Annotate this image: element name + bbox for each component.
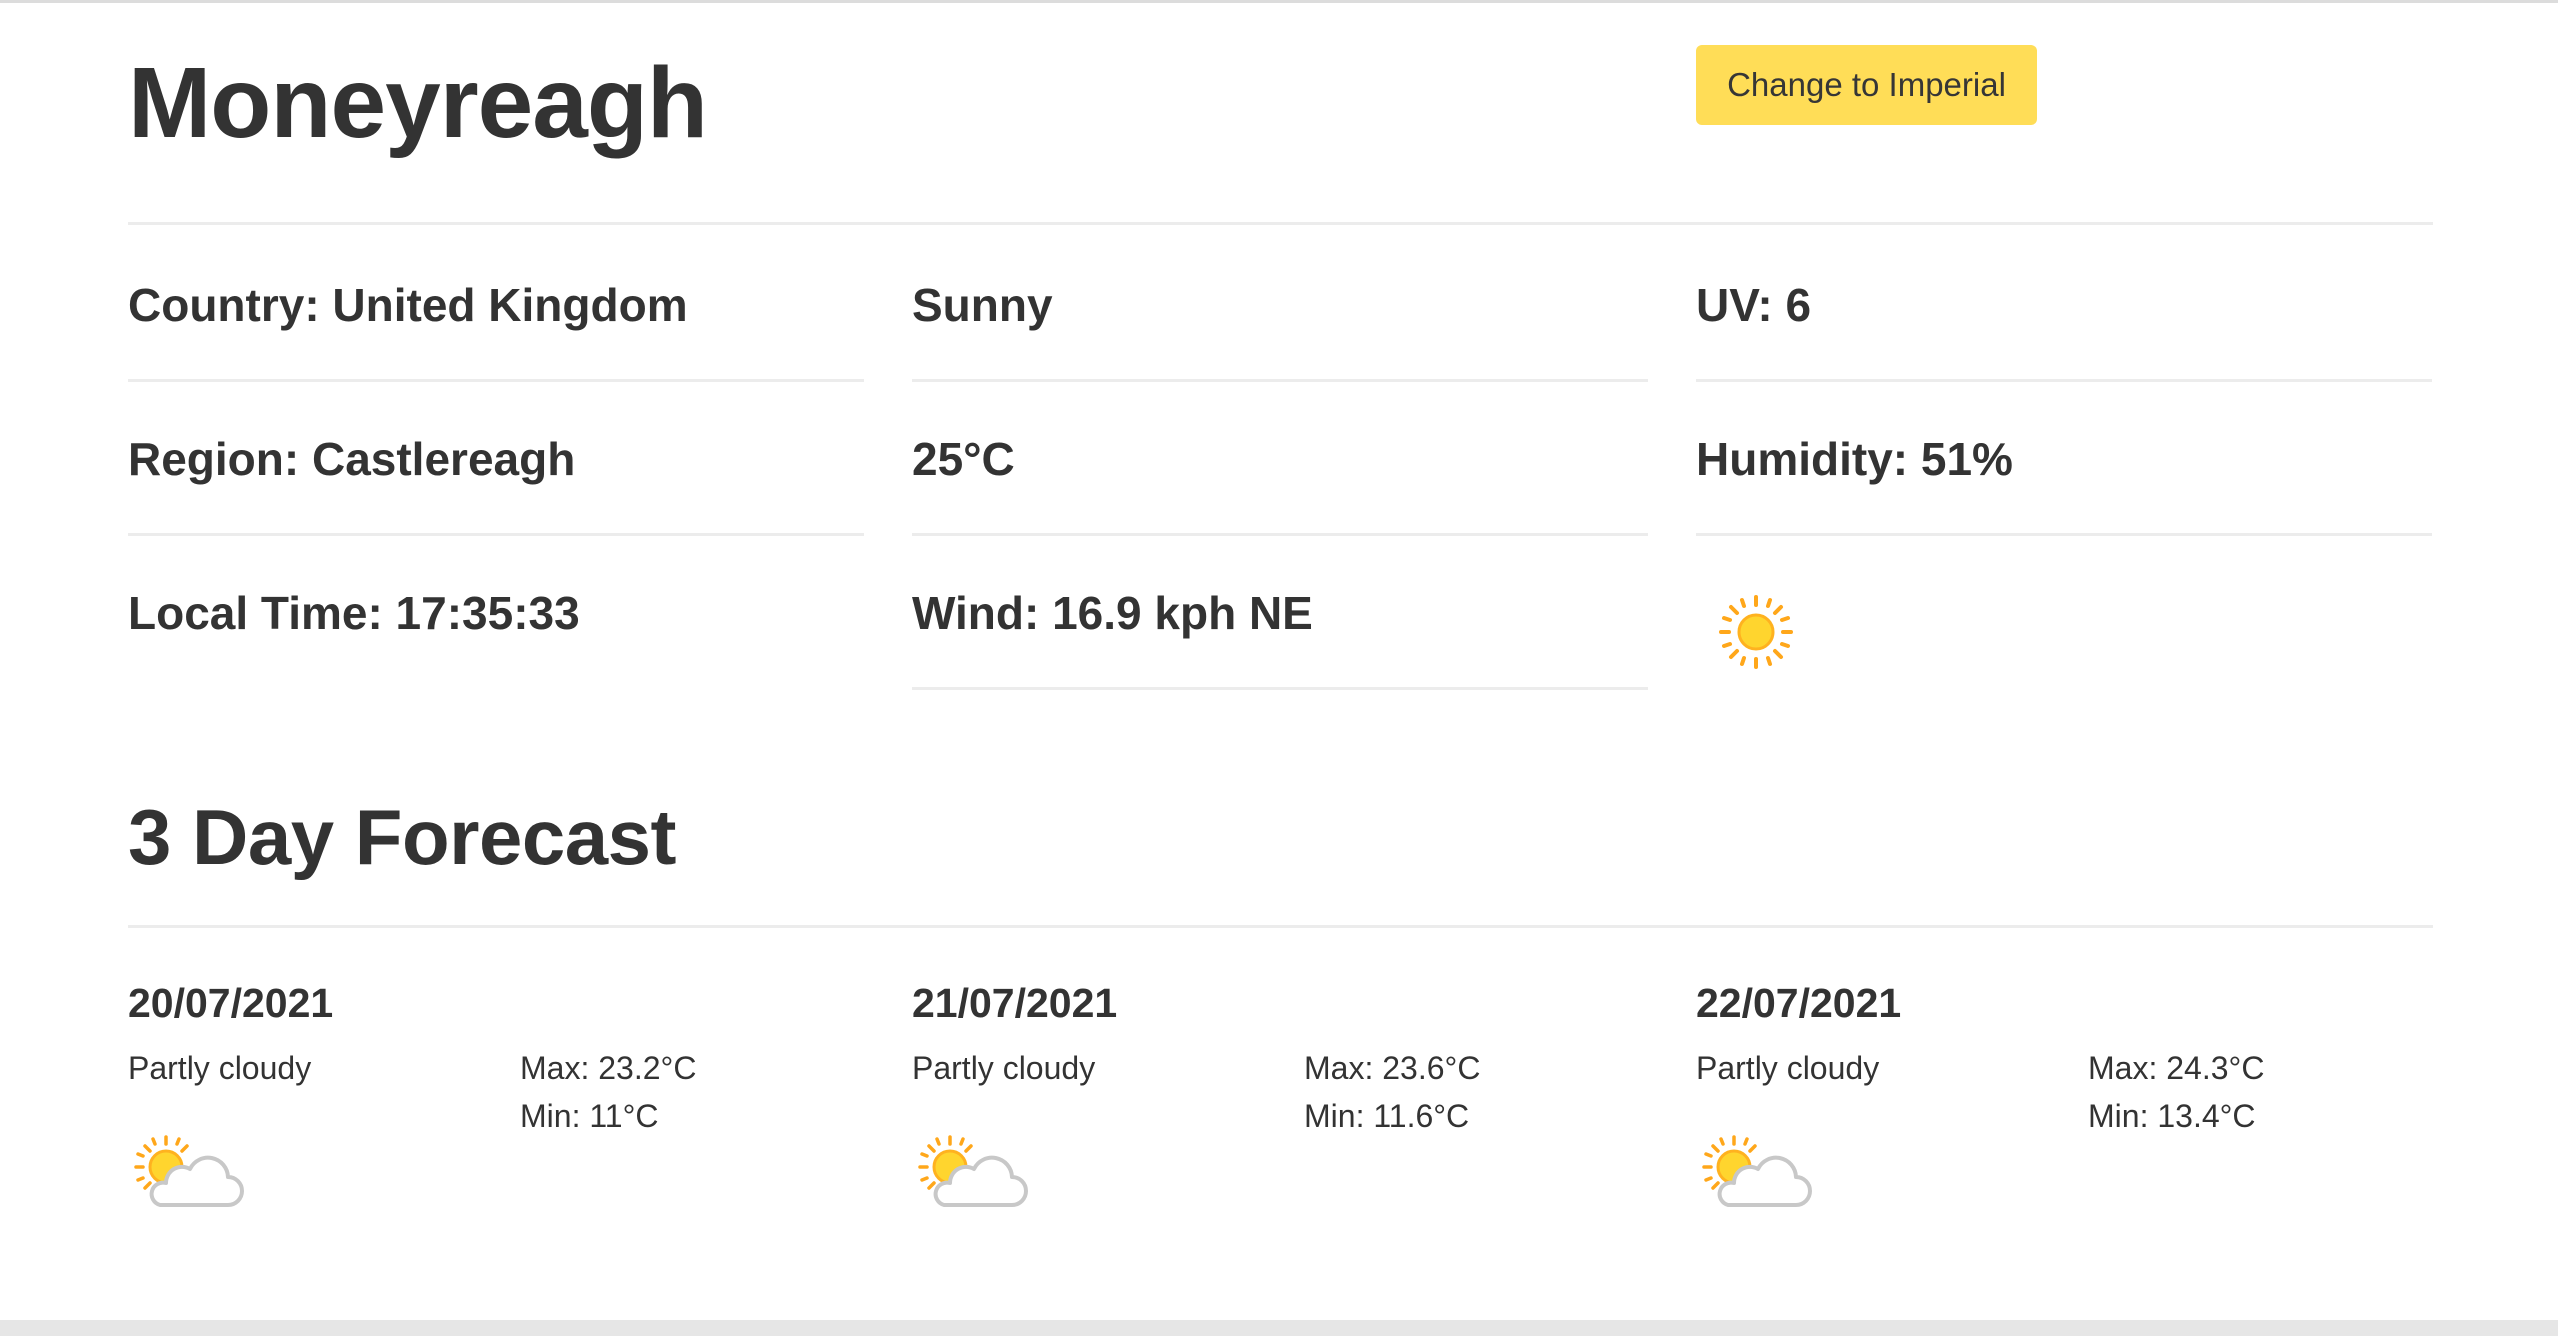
- forecast-min-temp: Min: 13.4°C: [2088, 1098, 2256, 1134]
- current-condition-icon: [1696, 536, 2432, 690]
- forecast-min-temp: Min: 11.6°C: [1304, 1098, 1470, 1134]
- location-column: Country: United Kingdom Region: Castlere…: [128, 228, 864, 690]
- temperature-info: 25°C: [912, 382, 1648, 536]
- weather-page: Moneyreagh Change to Imperial Country: U…: [0, 0, 2558, 1320]
- forecast-max-temp: Max: 23.2°C: [520, 1050, 697, 1086]
- uv-info: UV: 6: [1696, 228, 2432, 382]
- forecast-divider: [128, 925, 2433, 928]
- partly-cloudy-icon: [134, 1135, 244, 1207]
- forecast-title: 3 Day Forecast: [128, 793, 676, 881]
- region-info: Region: Castlereagh: [128, 382, 864, 536]
- forecast-date: 21/07/2021: [912, 980, 1118, 1026]
- forecast-day: 21/07/2021 Partly cloudy Max: 23.6°C Min…: [912, 973, 1648, 1233]
- forecast-condition: Partly cloudy: [1696, 1050, 1880, 1086]
- forecast-max-temp: Max: 23.6°C: [1304, 1050, 1481, 1086]
- partly-cloudy-icon: [1702, 1135, 1812, 1207]
- condition-info: Sunny: [912, 228, 1648, 382]
- forecast-day: 22/07/2021 Partly cloudy Max: 24.3°C Min…: [1696, 973, 2432, 1233]
- local-time-info: Local Time: 17:35:33: [128, 587, 580, 639]
- sun-icon: [1719, 595, 1793, 669]
- forecast-min-temp: Min: 11°C: [520, 1098, 659, 1134]
- forecast-day: 20/07/2021 Partly cloudy Max: 23.2°C Min…: [128, 973, 864, 1233]
- wind-info: Wind: 16.9 kph NE: [912, 536, 1648, 690]
- change-units-button[interactable]: Change to Imperial: [1696, 45, 2037, 125]
- header-divider: [128, 222, 2433, 225]
- city-title: Moneyreagh: [128, 47, 708, 159]
- forecast-date: 20/07/2021: [128, 980, 334, 1026]
- details-column: UV: 6 Humidity: 51%: [1696, 228, 2432, 690]
- partly-cloudy-icon: [918, 1135, 1028, 1207]
- forecast-condition: Partly cloudy: [128, 1050, 312, 1086]
- humidity-info: Humidity: 51%: [1696, 382, 2432, 536]
- forecast-date: 22/07/2021: [1696, 980, 1902, 1026]
- country-info: Country: United Kingdom: [128, 228, 864, 382]
- forecast-condition: Partly cloudy: [912, 1050, 1096, 1086]
- forecast-max-temp: Max: 24.3°C: [2088, 1050, 2265, 1086]
- conditions-column: Sunny 25°C Wind: 16.9 kph NE: [912, 228, 1648, 690]
